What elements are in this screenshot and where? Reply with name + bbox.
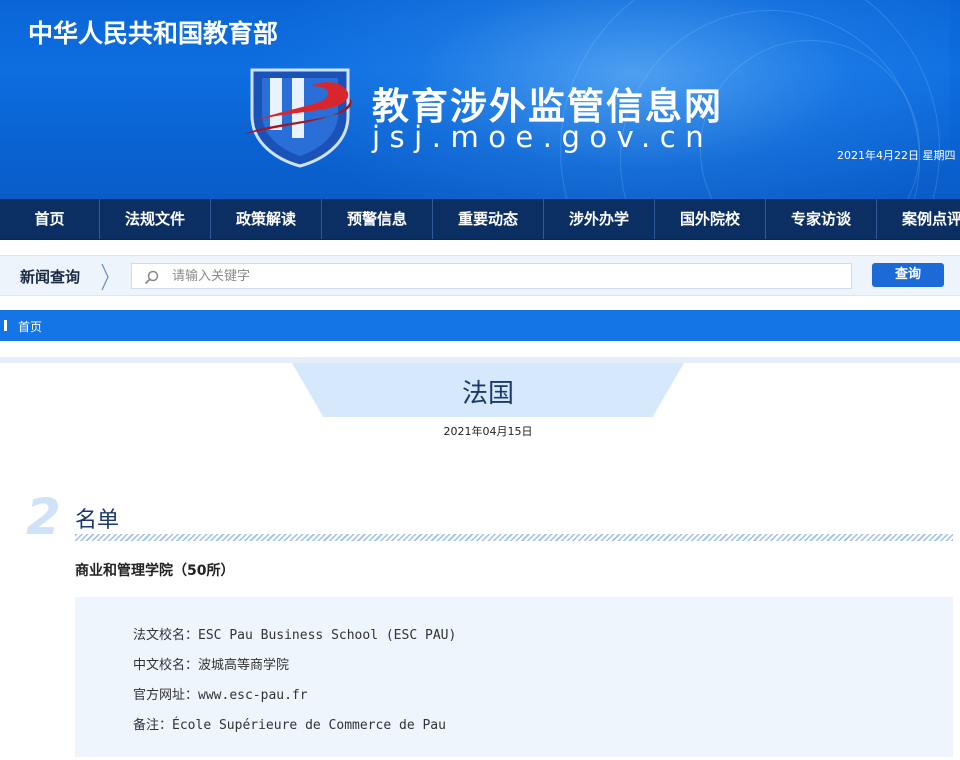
current-date: 2021年4月22日 星期四 [837,149,956,162]
chevron-right-icon [101,263,109,291]
nav-item-case-reviews[interactable]: 案例点评 [877,199,960,239]
school-french-name: ESC Pau Business School (ESC PAU) [198,628,457,643]
site-logo-icon[interactable] [238,64,356,168]
search-bar: 新闻查询 查询 [0,255,960,296]
search-button[interactable]: 查询 [872,263,944,287]
main-nav: 首页 法规文件 政策解读 预警信息 重要动态 涉外办学 国外院校 专家访谈 案例… [0,199,960,240]
breadcrumb-home-link[interactable]: 首页 [18,318,42,335]
school-website-link[interactable]: www.esc-pau.fr [198,688,308,703]
school-remark-row: 备注：École Supérieure de Commerce de Pau [133,714,446,733]
nav-item-foreign-schools[interactable]: 国外院校 [655,199,766,239]
site-header: 中华人民共和国教育部 教育涉外监管信息网 jsj.moe.gov.cn 2021… [0,0,960,199]
nav-item-regulations[interactable]: 法规文件 [100,199,211,239]
school-remark: École Supérieure de Commerce de Pau [172,718,446,733]
page-title: 法国 [461,379,514,409]
school-chinese-name: 波城高等商学院 [198,658,290,673]
section-number: 2 [26,488,61,546]
section-divider [75,534,953,541]
breadcrumb-marker [4,320,7,331]
nav-item-expert-interviews[interactable]: 专家访谈 [766,199,877,239]
nav-item-foreign-education[interactable]: 涉外办学 [544,199,655,239]
school-french-name-row: 法文校名：ESC Pau Business School (ESC PAU) [133,624,456,643]
nav-item-warnings[interactable]: 预警信息 [322,199,433,239]
search-label: 新闻查询 [20,268,81,286]
nav-item-policy-interpretation[interactable]: 政策解读 [211,199,322,239]
section-title: 名单 [75,508,120,533]
breadcrumb: 首页 [0,310,960,341]
school-chinese-name-row: 中文校名：波城高等商学院 [133,654,289,673]
category-heading: 商业和管理学院（50所） [75,563,235,579]
search-icon [145,270,159,284]
field-label: 官方网址： [133,688,199,703]
school-website-row: 官方网址：www.esc-pau.fr [133,684,308,703]
ministry-name[interactable]: 中华人民共和国教育部 [28,14,278,50]
field-label: 备注： [133,718,173,733]
title-strip [0,357,960,363]
nav-item-important-news[interactable]: 重要动态 [433,199,544,239]
nav-item-home[interactable]: 首页 [0,199,100,239]
field-label: 法文校名： [133,628,199,643]
search-box [131,263,852,289]
school-info-card: 法文校名：ESC Pau Business School (ESC PAU) 中… [75,597,953,757]
search-input[interactable] [172,264,842,288]
publish-date: 2021年04月15日 [443,425,533,438]
site-domain: jsj.moe.gov.cn [372,120,714,154]
field-label: 中文校名： [133,658,199,673]
